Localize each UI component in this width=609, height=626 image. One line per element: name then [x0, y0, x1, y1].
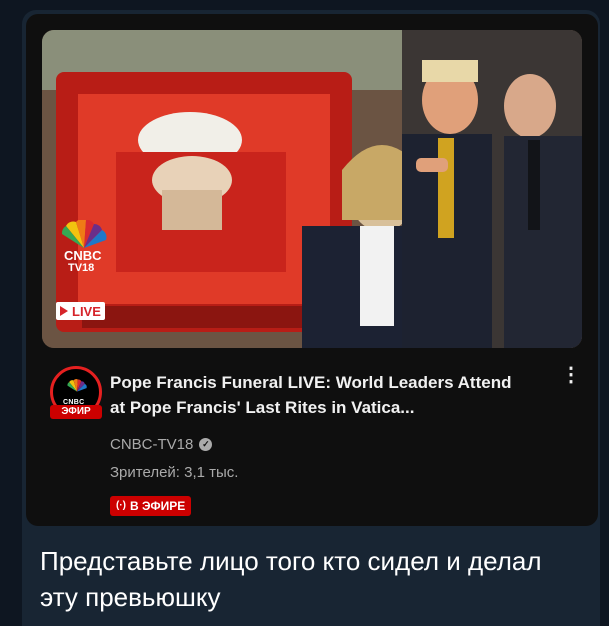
avatar-live-tag: ЭФИР [50, 405, 102, 419]
cnbc-logo-sub: TV18 [68, 262, 95, 274]
live-badge: LIVE [56, 302, 105, 320]
on-air-label: В ЭФИРЕ [130, 499, 186, 513]
thumbnail-image [42, 30, 582, 348]
peacock-icon [67, 379, 87, 392]
channel-name-row[interactable]: CNBC-TV18 ✓ [110, 436, 213, 453]
live-badge-label: LIVE [72, 303, 101, 319]
viewer-count: Зрителей: 3,1 тыс. [110, 464, 239, 481]
cnbc-logo-text: CNBC [64, 248, 102, 263]
video-thumbnail[interactable]: CNBC TV18 LIVE [42, 30, 582, 348]
video-info-row: CNBC ЭФИР Pope Francis Funeral LIVE: Wor… [26, 350, 598, 526]
cnbc-logo: CNBC TV18 [54, 220, 118, 274]
peacock-icon [61, 220, 107, 248]
check-icon: ✓ [199, 438, 213, 451]
video-title[interactable]: Pope Francis Funeral LIVE: World Leaders… [110, 370, 530, 420]
youtube-preview-card[interactable]: CNBC TV18 LIVE CNBC ЭФИР Pope Francis Fu… [26, 14, 598, 526]
on-air-badge: (·) В ЭФИРЕ [110, 496, 192, 516]
channel-name[interactable]: CNBC-TV18 [110, 436, 193, 453]
message-text: Представьте лицо того кто сидел и делал … [40, 546, 542, 612]
broadcast-icon: (·) [116, 500, 126, 511]
more-options-icon[interactable]: ⋮ [561, 365, 581, 394]
play-icon [60, 306, 68, 316]
